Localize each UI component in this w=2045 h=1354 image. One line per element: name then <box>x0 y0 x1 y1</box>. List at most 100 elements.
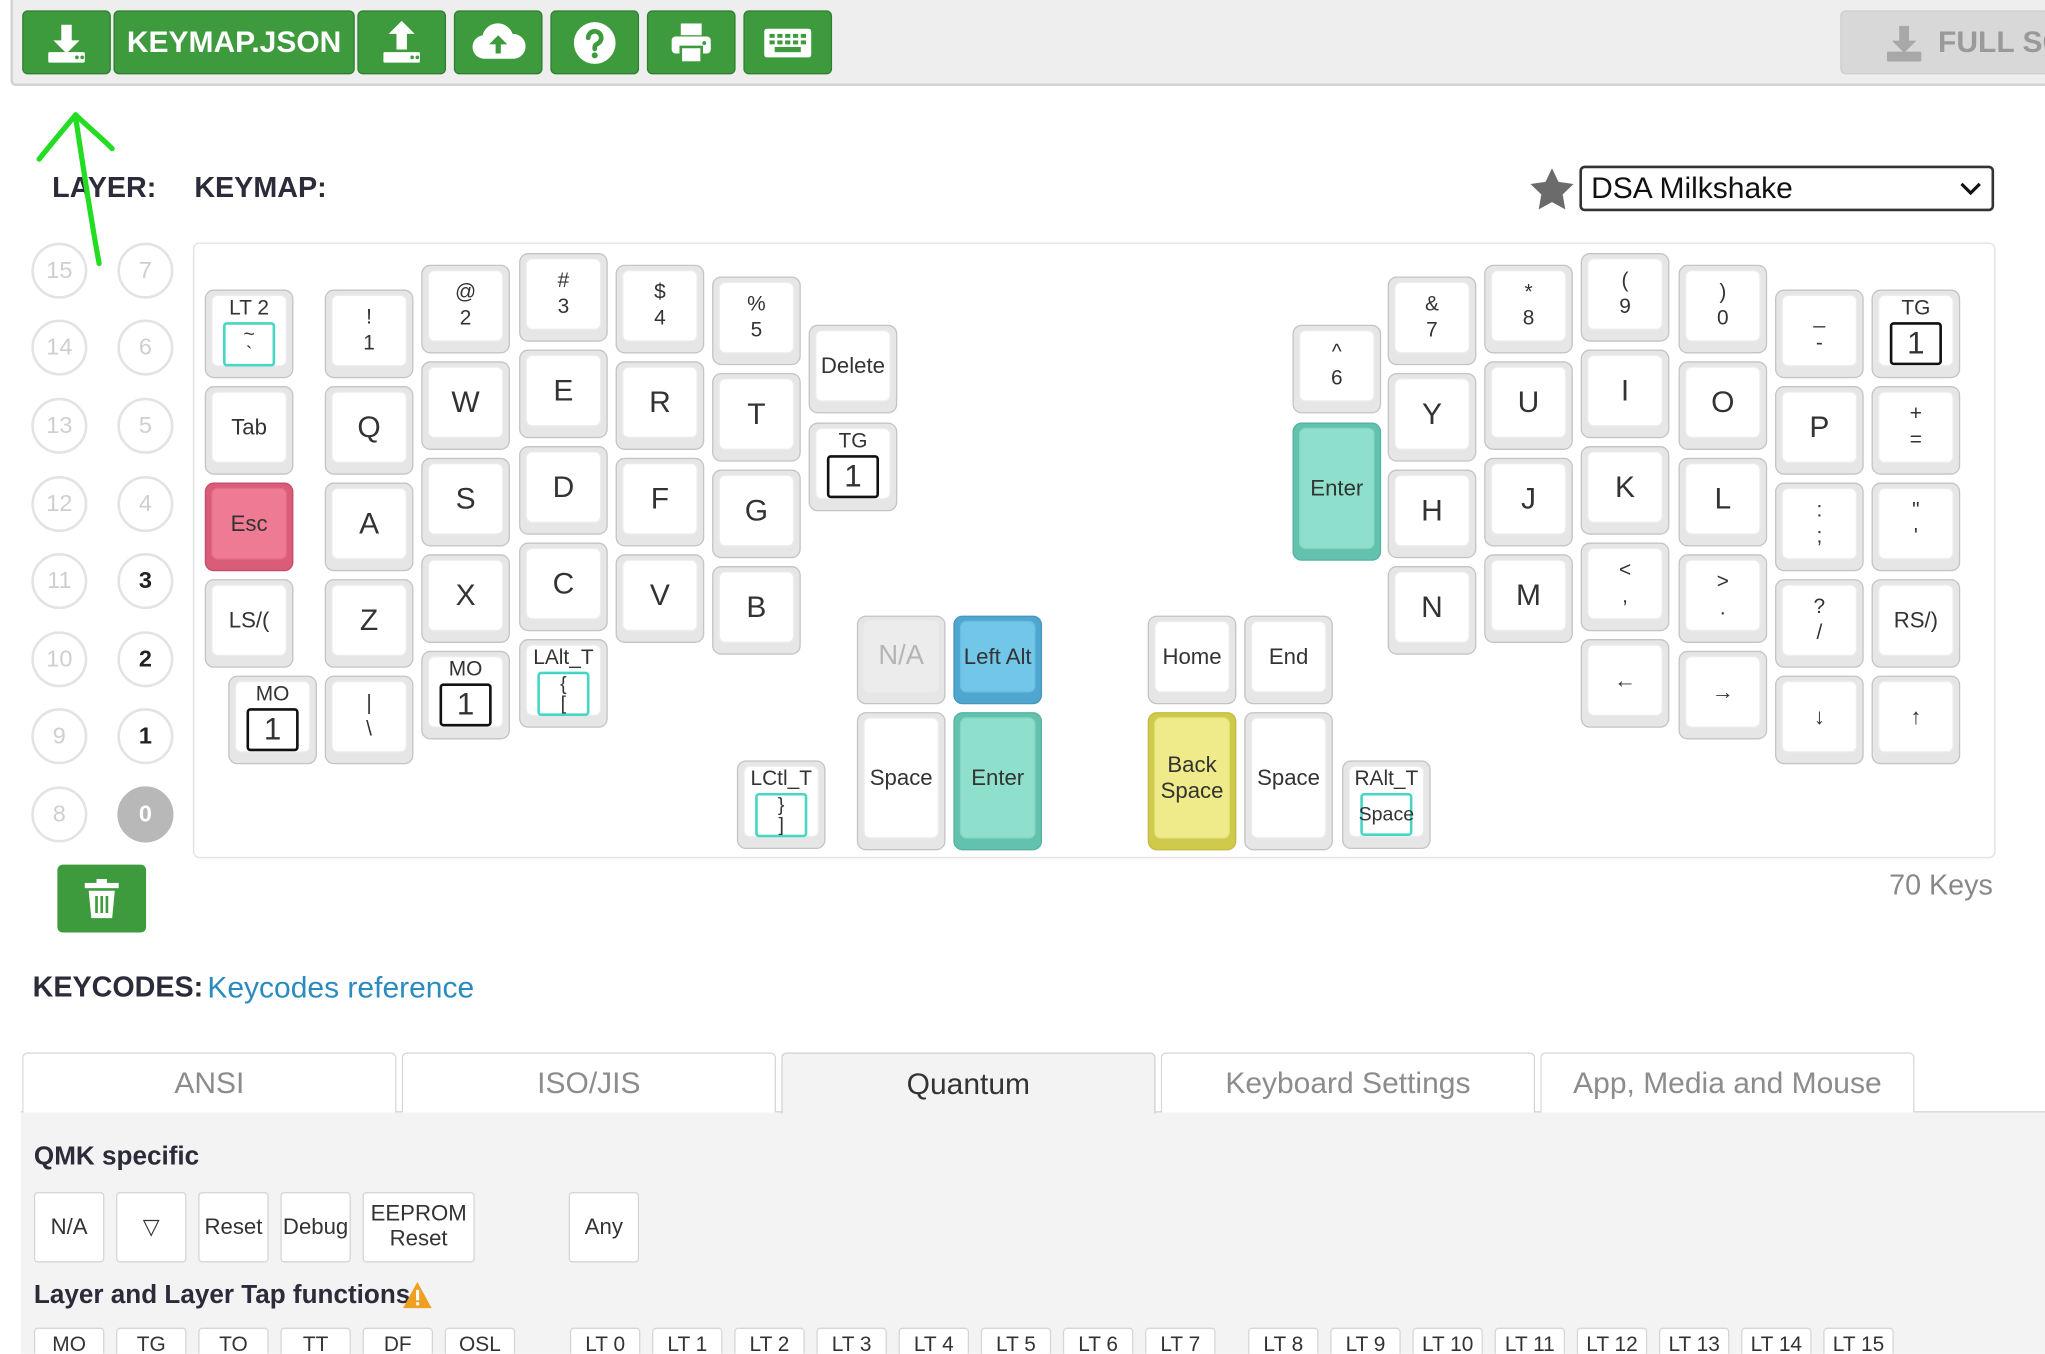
key-tg-right[interactable]: TG 1 <box>1871 289 1961 379</box>
key-ralt-t[interactable]: RAlt_T Space <box>1342 760 1431 850</box>
key-s[interactable]: S <box>421 457 510 547</box>
key-x[interactable]: X <box>421 554 510 643</box>
key-delete[interactable]: Delete <box>808 324 898 414</box>
keycode-tg[interactable]: TG <box>116 1327 187 1354</box>
key-h[interactable]: H <box>1387 469 1477 559</box>
key-enter-left[interactable]: Enter <box>953 712 1043 851</box>
key-n[interactable]: N <box>1387 566 1477 655</box>
key-quote[interactable]: " ' <box>1871 482 1961 572</box>
keycode-to[interactable]: TO <box>198 1327 269 1354</box>
key-o[interactable]: O <box>1678 361 1768 450</box>
key-rs[interactable]: RS/) <box>1871 579 1961 668</box>
keycode-lt-4[interactable]: LT 4 <box>898 1327 970 1354</box>
keycode-tt[interactable]: TT <box>280 1327 351 1354</box>
layer-9-button[interactable]: 9 <box>31 708 88 765</box>
keyboard-test-button[interactable] <box>743 10 833 75</box>
key-end[interactable]: End <box>1244 615 1333 705</box>
key-lt2[interactable]: LT 2 ~ ` <box>204 289 294 379</box>
key-dot[interactable]: > . <box>1678 554 1768 643</box>
key-semi[interactable]: : ; <box>1775 482 1864 572</box>
keycode-osl[interactable]: OSL <box>444 1327 516 1354</box>
keycode-lt-5[interactable]: LT 5 <box>980 1327 1052 1354</box>
layer-8-button[interactable]: 8 <box>31 786 88 843</box>
tab-ansi[interactable]: ANSI <box>22 1052 397 1113</box>
key-k4[interactable]: $ 4 <box>615 264 705 354</box>
keycode-lt-1[interactable]: LT 1 <box>652 1327 723 1354</box>
key-backspace[interactable]: Back Space <box>1147 712 1237 851</box>
key-b[interactable]: B <box>712 566 801 655</box>
key-space-right[interactable]: Space <box>1244 712 1333 851</box>
key-lctl-t[interactable]: LCtl_T} ] <box>736 760 826 850</box>
print-button[interactable] <box>646 10 736 75</box>
layer-13-button[interactable]: 13 <box>31 397 88 454</box>
keymap-json-button[interactable]: KEYMAP.JSON <box>113 10 355 75</box>
tab-app-media-mouse[interactable]: App, Media and Mouse <box>1540 1052 1915 1113</box>
tab-iso-jis[interactable]: ISO/JIS <box>401 1052 776 1113</box>
keycode-reset[interactable]: Reset <box>198 1192 269 1263</box>
key-u[interactable]: U <box>1484 361 1573 450</box>
keycode-lt-14[interactable]: LT 14 <box>1741 1327 1812 1354</box>
keycode-lt-2[interactable]: LT 2 <box>734 1327 805 1354</box>
key-mo-a[interactable]: MO 1 <box>228 675 317 765</box>
layer-15-button[interactable]: 15 <box>31 242 88 299</box>
key-right[interactable]: → <box>1678 650 1768 740</box>
key-j[interactable]: J <box>1484 457 1573 547</box>
key-g[interactable]: G <box>712 469 801 559</box>
upload-button[interactable] <box>357 10 447 75</box>
layer-7-button[interactable]: 7 <box>117 242 174 299</box>
key-esc[interactable]: Esc <box>204 482 294 572</box>
keycode-lt-11[interactable]: LT 11 <box>1494 1327 1566 1354</box>
key-r[interactable]: R <box>615 361 705 450</box>
key-v[interactable]: V <box>615 554 705 643</box>
key-c[interactable]: C <box>519 542 608 632</box>
key-tab[interactable]: Tab <box>204 386 294 475</box>
key-down[interactable]: ↓ <box>1775 675 1864 765</box>
keycode-lt-3[interactable]: LT 3 <box>816 1327 887 1354</box>
layer-4-button[interactable]: 4 <box>117 476 174 533</box>
key-e[interactable]: E <box>519 349 608 439</box>
key-t[interactable]: T <box>712 373 801 462</box>
key-k1[interactable]: ! 1 <box>324 289 414 379</box>
key-ls[interactable]: LS/( <box>204 579 294 668</box>
keycode-lt-13[interactable]: LT 13 <box>1658 1327 1730 1354</box>
layer-11-button[interactable]: 11 <box>31 552 88 610</box>
key-k5[interactable]: % 5 <box>712 276 801 366</box>
tab-quantum[interactable]: Quantum <box>781 1052 1156 1114</box>
key-l[interactable]: L <box>1678 457 1768 547</box>
key-left[interactable]: ← <box>1580 639 1670 728</box>
keycode-lt-12[interactable]: LT 12 <box>1576 1327 1648 1354</box>
layer-2-button[interactable]: 2 <box>117 631 174 688</box>
layer-6-button[interactable]: 6 <box>117 319 174 376</box>
layer-12-button[interactable]: 12 <box>31 476 88 533</box>
help-button[interactable] <box>550 10 640 75</box>
key-na[interactable]: N/A <box>856 615 946 705</box>
keycode-any[interactable]: Any <box>568 1192 640 1263</box>
key-space-left[interactable]: Space <box>856 712 946 851</box>
download-button[interactable] <box>22 10 111 75</box>
key-home[interactable]: Home <box>1147 615 1237 705</box>
key-a[interactable]: A <box>324 482 414 572</box>
key-slash[interactable]: ? / <box>1775 579 1864 668</box>
layer-10-button[interactable]: 10 <box>31 631 88 688</box>
key-f[interactable]: F <box>615 457 705 547</box>
layer-1-button[interactable]: 1 <box>117 708 174 765</box>
key-k3[interactable]: # 3 <box>519 253 608 342</box>
key-comma[interactable]: < , <box>1580 542 1670 632</box>
key-k7[interactable]: & 7 <box>1387 276 1477 366</box>
key-lalt-t[interactable]: LAlt_T{ [ <box>519 639 608 728</box>
keycode-lt-0[interactable]: LT 0 <box>569 1327 641 1354</box>
key-k2[interactable]: @ 2 <box>421 264 510 354</box>
keycode-na[interactable]: N/A <box>33 1192 105 1263</box>
layer-3-button[interactable]: 3 <box>117 552 174 610</box>
keycode-lt-10[interactable]: LT 10 <box>1412 1327 1483 1354</box>
keycode-eeprom-reset[interactable]: EEPROM Reset <box>362 1192 475 1263</box>
layer-14-button[interactable]: 14 <box>31 319 88 376</box>
key-plus[interactable]: + = <box>1871 386 1961 475</box>
fullscreen-button[interactable]: FULL SC <box>1840 10 2045 75</box>
key-bslash[interactable]: | \ <box>324 675 414 765</box>
keycode-lt-6[interactable]: LT 6 <box>1062 1327 1134 1354</box>
keycode-debug[interactable]: Debug <box>280 1192 351 1263</box>
key-k9[interactable]: ( 9 <box>1580 253 1670 342</box>
keyset-select[interactable]: DSA Milkshake <box>1579 165 1995 212</box>
keycode-lt-8[interactable]: LT 8 <box>1248 1327 1319 1354</box>
